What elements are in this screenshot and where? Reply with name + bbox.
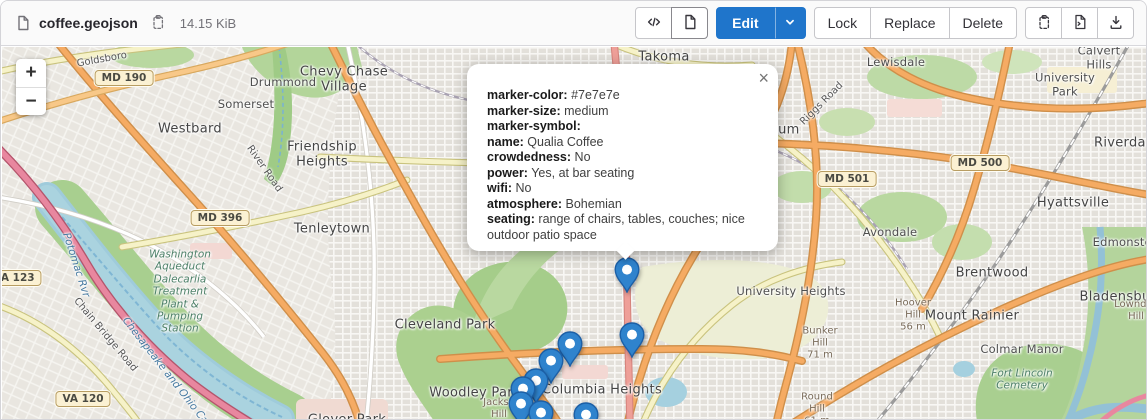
map-marker[interactable] — [528, 400, 554, 420]
zoom-in-button[interactable]: + — [16, 59, 46, 87]
property-key: marker-color: — [487, 88, 568, 102]
delete-button[interactable]: Delete — [949, 7, 1017, 39]
map-marker[interactable] — [573, 402, 599, 420]
popup-property-row: marker-size: medium — [487, 104, 758, 120]
geojson-map[interactable]: TakomaGoldsboroDrummondChevy Chase Villa… — [2, 47, 1147, 420]
file-action-group: Lock Replace Delete — [814, 7, 1017, 39]
edit-dropdown-button[interactable] — [775, 7, 806, 39]
download-icon — [1108, 14, 1124, 33]
copy-file-path-button[interactable] — [148, 12, 168, 35]
download-button[interactable] — [1097, 7, 1134, 39]
code-view-icon — [646, 14, 662, 33]
property-key: atmosphere: — [487, 197, 562, 211]
property-key: seating: — [487, 212, 535, 226]
popup-property-row: marker-symbol: — [487, 119, 758, 135]
popup-property-row: atmosphere: Bohemian — [487, 197, 758, 213]
popup-property-row: seating: range of chairs, tables, couche… — [487, 212, 758, 243]
file-icon — [15, 15, 31, 31]
copy-file-path-icon — [150, 14, 166, 33]
code-view-button[interactable] — [635, 7, 672, 39]
header-actions: Edit Lock Replace Delete — [635, 7, 1134, 39]
popup-property-row: wifi: No — [487, 181, 758, 197]
open-raw-icon — [1072, 14, 1088, 33]
map-popup: × marker-color: #7e7e7emarker-size: medi… — [467, 64, 778, 251]
property-key: marker-size: — [487, 104, 561, 118]
property-key: crowdedness: — [487, 150, 571, 164]
property-key: power: — [487, 166, 528, 180]
popup-close-button[interactable]: × — [758, 69, 769, 87]
popup-property-row: crowdedness: No — [487, 150, 758, 166]
edit-split-button: Edit — [716, 7, 805, 39]
file-utility-group — [1025, 7, 1134, 39]
copy-contents-button[interactable] — [1025, 7, 1062, 39]
open-raw-button[interactable] — [1061, 7, 1098, 39]
replace-button[interactable]: Replace — [870, 7, 949, 39]
copy-contents-icon — [1036, 14, 1052, 33]
view-toggle-group — [635, 7, 708, 39]
property-key: name: — [487, 135, 524, 149]
zoom-control: + − — [16, 59, 46, 115]
property-key: marker-symbol: — [487, 119, 581, 133]
lock-button[interactable]: Lock — [814, 7, 872, 39]
file-size: 14.15 KiB — [180, 16, 236, 31]
popup-property-row: name: Qualia Coffee — [487, 135, 758, 151]
zoom-out-button[interactable]: − — [16, 87, 46, 115]
file-viewer: coffee.geojson 14.15 KiB — [0, 0, 1147, 420]
file-name: coffee.geojson — [39, 15, 138, 31]
rendered-view-button[interactable] — [671, 7, 708, 39]
file-header: coffee.geojson 14.15 KiB — [1, 1, 1146, 46]
map-marker[interactable] — [619, 322, 645, 358]
rendered-view-icon — [682, 14, 698, 33]
popup-property-row: power: Yes, at bar seating — [487, 166, 758, 182]
edit-button[interactable]: Edit — [716, 7, 774, 39]
popup-property-row: marker-color: #7e7e7e — [487, 88, 758, 104]
chevron-down-icon — [783, 15, 797, 32]
popup-properties: marker-color: #7e7e7emarker-size: medium… — [487, 88, 758, 243]
map-marker[interactable] — [614, 257, 640, 293]
property-key: wifi: — [487, 181, 512, 195]
